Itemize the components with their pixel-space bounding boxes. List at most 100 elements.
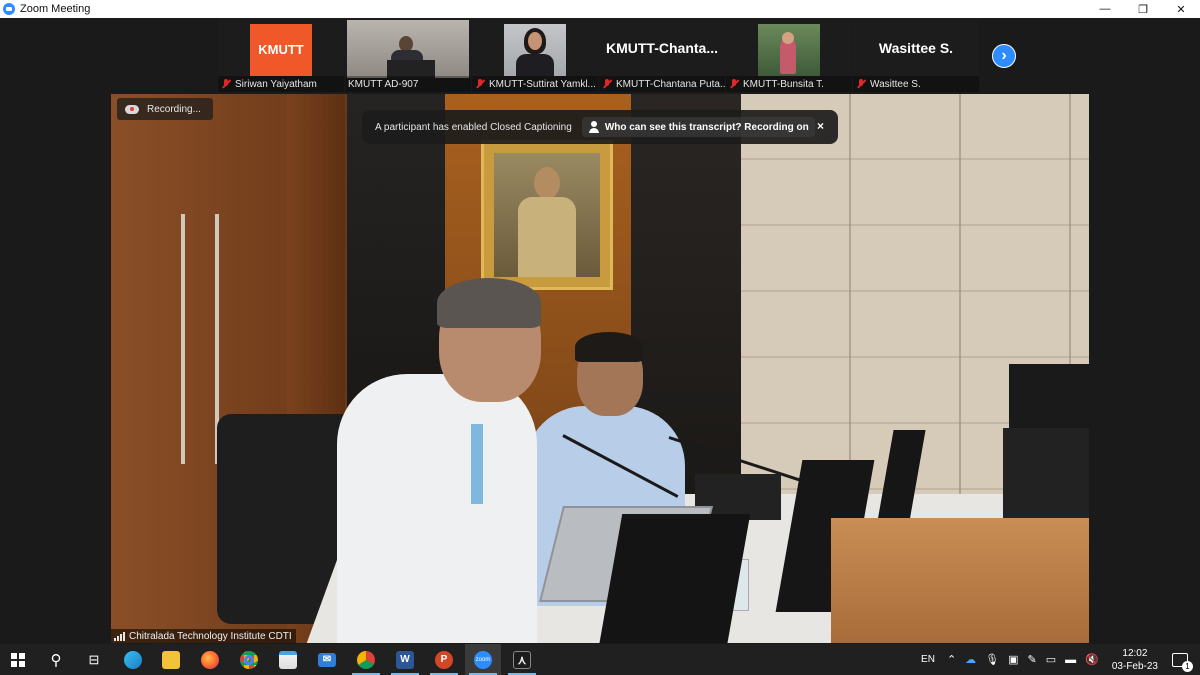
- word-letter: W: [396, 650, 414, 669]
- onedrive-icon[interactable]: ☁: [965, 653, 976, 666]
- start-button[interactable]: [0, 644, 36, 675]
- participant-name: Siriwan Yaiyatham: [218, 76, 344, 92]
- edge-icon[interactable]: [115, 644, 151, 675]
- mic-muted-icon: [602, 79, 612, 89]
- powerpoint-letter: P: [435, 650, 453, 669]
- title-bar: Zoom Meeting — ❐ ✕: [0, 0, 1200, 18]
- participant-name-label: KMUTT AD-907: [348, 78, 419, 90]
- microphone-icon[interactable]: 🎙: [985, 653, 999, 666]
- participant-name-label: Siriwan Yaiyatham: [235, 78, 317, 90]
- closed-caption-banner: A participant has enabled Closed Caption…: [362, 110, 838, 144]
- word-icon[interactable]: W: [387, 644, 423, 675]
- clock-date: 03-Feb-23: [1111, 660, 1158, 672]
- volume-muted-icon[interactable]: 🔇: [1085, 653, 1099, 666]
- cloud-recording-icon: [125, 104, 139, 114]
- participant-tile[interactable]: KMUTT-Chanta... KMUTT-Chantana Puta...: [599, 18, 725, 92]
- window-controls: — ❐ ✕: [1086, 0, 1200, 18]
- zoom-letter: zoom: [474, 650, 492, 669]
- participant-display-name: KMUTT-Chanta...: [606, 40, 718, 56]
- person-face: [782, 32, 794, 44]
- chrome-profile-icon[interactable]: [348, 644, 384, 675]
- zoom-logo-icon: [3, 3, 15, 15]
- zoom-window: Zoom Meeting — ❐ ✕ KMUTT Siriwan Yaiyath…: [0, 0, 1200, 675]
- participant-tile[interactable]: KMUTT Siriwan Yaiyatham: [218, 18, 344, 92]
- close-button[interactable]: ✕: [1162, 0, 1200, 18]
- store-icon[interactable]: [270, 644, 306, 675]
- mic-muted-icon: [221, 79, 231, 89]
- battery-icon[interactable]: ▬: [1065, 654, 1076, 666]
- powerpoint-icon[interactable]: P: [426, 644, 462, 675]
- people-icon: [588, 121, 600, 133]
- notification-badge: 1: [1182, 660, 1193, 672]
- zoom-icon[interactable]: zoom: [465, 644, 501, 675]
- participant-name-label: Wasittee S.: [870, 78, 921, 90]
- windows-taskbar: ⚲ ⊟ ✉ W P zoom ⋏ EN ⌃ ☁ 🎙 ▣ ✎ ▭ ▬ 🔇 12:0…: [0, 644, 1200, 675]
- firefox-icon[interactable]: [192, 644, 228, 675]
- file-explorer-icon[interactable]: [153, 644, 189, 675]
- mail-icon[interactable]: ✉: [309, 644, 345, 675]
- camera-feed: [758, 24, 820, 76]
- desk-monitor: [595, 514, 751, 643]
- notification-icon[interactable]: 1: [1172, 652, 1193, 672]
- recording-label: Recording...: [147, 103, 201, 115]
- active-speaker-video: [111, 94, 1089, 643]
- participant-name-label: KMUTT-Bunsita T.: [743, 78, 824, 90]
- transcript-visibility-link[interactable]: Who can see this transcript? Recording o…: [581, 117, 815, 137]
- chevron-up-icon[interactable]: ⌃: [947, 653, 956, 666]
- participant-name-label: KMUTT-Chantana Puta...: [616, 78, 725, 90]
- lectern: [831, 518, 1089, 643]
- person-body: [516, 54, 554, 76]
- restore-button[interactable]: ❐: [1124, 0, 1162, 18]
- mic-muted-icon: [475, 79, 485, 89]
- participant-name: Wasittee S.: [853, 76, 979, 92]
- participant-name-label: KMUTT-Suttirat Yamkl...: [489, 78, 596, 90]
- participant-tile[interactable]: KMUTT-Bunsita T.: [726, 18, 852, 92]
- minimize-button[interactable]: —: [1086, 0, 1124, 18]
- transcript-link-label: Who can see this transcript? Recording o…: [604, 121, 809, 133]
- mic-muted-icon: [729, 79, 739, 89]
- kmutt-logo: KMUTT: [250, 24, 312, 76]
- chevron-right-icon[interactable]: ›: [992, 44, 1016, 68]
- portrait-canvas: [494, 153, 600, 277]
- participant-display-name: Wasittee S.: [878, 40, 954, 56]
- portrait-body: [518, 197, 576, 277]
- cc-notice-text: A participant has enabled Closed Caption…: [375, 121, 572, 133]
- network-icon[interactable]: ▭: [1046, 653, 1056, 666]
- participant-name: KMUTT-Chantana Puta...: [599, 76, 725, 92]
- wall-monitor: [1003, 428, 1089, 518]
- door-handle: [181, 214, 185, 464]
- language-indicator[interactable]: EN: [921, 654, 935, 665]
- logo-text: KMUTT: [258, 42, 304, 57]
- participant-gallery: KMUTT Siriwan Yaiyatham KMUTT AD-907 KMU…: [218, 18, 980, 92]
- signal-strength-icon: [114, 631, 125, 641]
- person-face: [528, 32, 542, 50]
- close-icon[interactable]: ×: [817, 119, 824, 133]
- clock-time: 12:02: [1122, 647, 1148, 659]
- speaker-hair: [575, 332, 643, 362]
- chrome-icon[interactable]: [231, 644, 267, 675]
- portrait-painting: [481, 140, 613, 290]
- portrait-face: [534, 167, 560, 199]
- search-icon[interactable]: ⚲: [38, 644, 74, 675]
- wall-monitor: [1009, 364, 1089, 434]
- camera-feed: [347, 20, 469, 78]
- clock[interactable]: 12:02 03-Feb-23: [1112, 647, 1158, 673]
- edit-icon[interactable]: ✎: [1028, 653, 1037, 666]
- meet-now-icon[interactable]: ▣: [1008, 653, 1018, 666]
- acrobat-icon[interactable]: ⋏: [504, 644, 540, 675]
- participant-name: KMUTT-Suttirat Yamkl...: [472, 76, 598, 92]
- speaker-hair: [437, 278, 541, 328]
- participant-tile[interactable]: KMUTT-Suttirat Yamkl...: [472, 18, 598, 92]
- windows-logo-icon: [11, 652, 25, 667]
- participant-tile[interactable]: KMUTT AD-907: [345, 18, 471, 92]
- speaker-body: [337, 374, 537, 643]
- window-title: Zoom Meeting: [20, 3, 91, 15]
- recording-indicator[interactable]: Recording...: [117, 98, 213, 120]
- mic-muted-icon: [856, 79, 866, 89]
- speaker-tie: [471, 424, 483, 504]
- video-source-label: Chitralada Technology Institute CDTI: [111, 629, 296, 643]
- task-view-icon[interactable]: ⊟: [76, 644, 112, 675]
- system-tray: EN ⌃ ☁ 🎙 ▣ ✎ ▭ ▬ 🔇 12:02 03-Feb-23 1: [921, 644, 1200, 675]
- participant-tile[interactable]: Wasittee S. Wasittee S.: [853, 18, 979, 92]
- source-name: Chitralada Technology Institute CDTI: [129, 630, 292, 642]
